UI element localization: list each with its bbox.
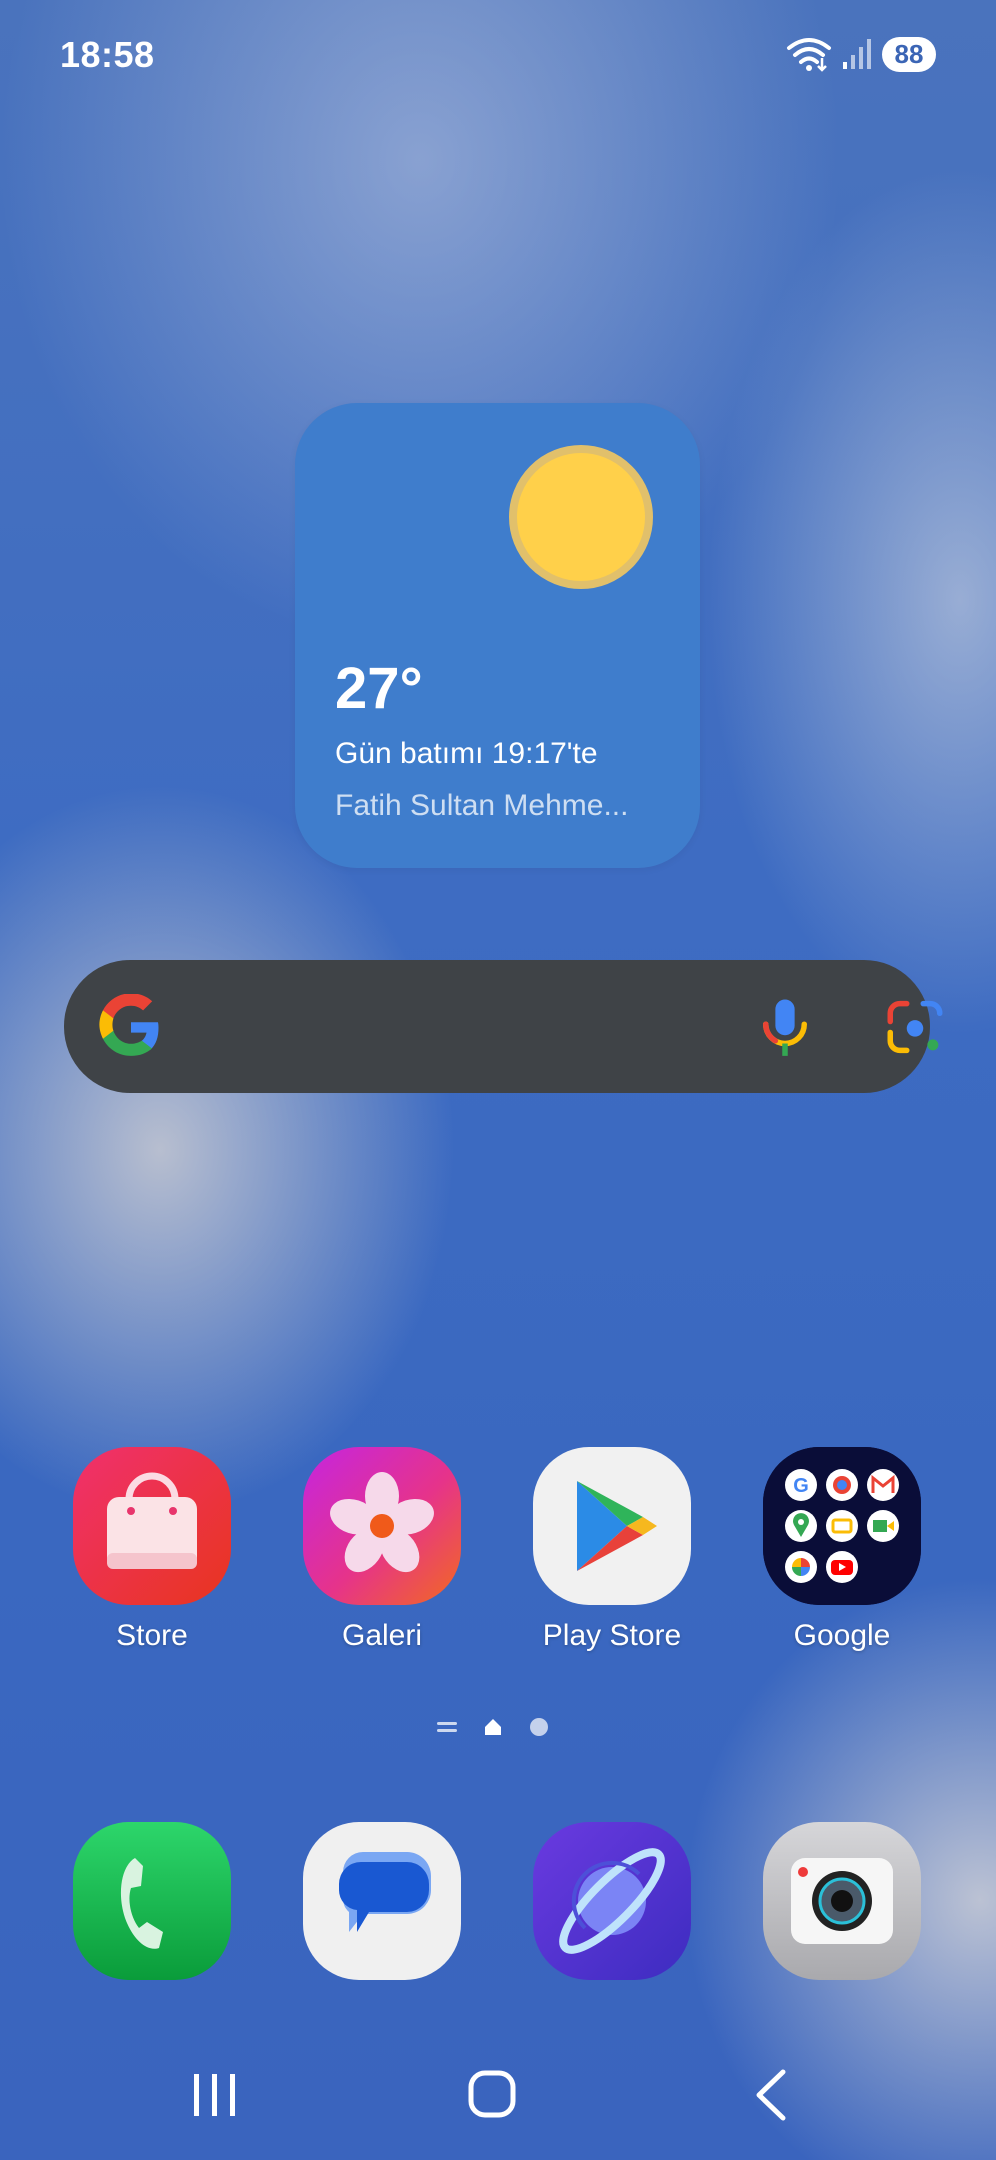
microphone-icon[interactable] (752, 994, 818, 1060)
gallery-flower-icon (303, 1447, 461, 1605)
store-bag-icon (73, 1447, 231, 1605)
internet-browser-icon (533, 1822, 691, 1980)
play-store-icon (533, 1447, 691, 1605)
dock-messages[interactable] (282, 1822, 482, 1980)
dock-phone[interactable] (52, 1822, 252, 1980)
wifi-icon (787, 38, 831, 72)
dock-camera[interactable] (742, 1822, 942, 1980)
battery-icon: 88 (882, 36, 936, 72)
app-google-folder[interactable]: G Google (742, 1447, 942, 1653)
page-dot-icon[interactable] (529, 1717, 549, 1737)
app-galeri[interactable]: Galeri (282, 1447, 482, 1653)
status-icons: 88 (786, 36, 936, 72)
status-time: 18:58 (60, 34, 155, 75)
phone-icon (73, 1822, 231, 1980)
app-label: Store (116, 1619, 188, 1652)
app-label: Play Store (542, 1619, 682, 1652)
dock-internet[interactable] (512, 1822, 712, 1980)
google-search-bar[interactable] (64, 960, 943, 1093)
messages-icon (303, 1822, 461, 1980)
app-label: Google (793, 1619, 891, 1652)
weather-location: Fatih Sultan Mehme... (335, 789, 629, 822)
app-play-store[interactable]: Play Store (512, 1447, 712, 1653)
home-screen: 18:58 88 27° Gün batımı 19:17'te Fatih S… (0, 0, 996, 2160)
google-logo-icon (99, 994, 159, 1056)
google-folder-icon: G (763, 1447, 921, 1605)
weather-sunset: Gün batımı 19:17'te (335, 737, 598, 770)
list-page-indicator-icon[interactable] (437, 1719, 457, 1735)
page-indicator (437, 1717, 549, 1737)
camera-icon (763, 1822, 921, 1980)
signal-icon (843, 39, 871, 69)
home-button[interactable] (453, 2060, 533, 2130)
back-button[interactable] (733, 2060, 813, 2130)
sun-icon (509, 445, 653, 589)
weather-temperature: 27° (335, 656, 423, 721)
home-page-indicator-icon[interactable] (483, 1717, 503, 1737)
google-lens-icon[interactable] (882, 994, 948, 1060)
weather-widget[interactable]: 27° Gün batımı 19:17'te Fatih Sultan Meh… (295, 403, 700, 868)
recents-button[interactable] (174, 2060, 254, 2130)
svg-text:G: G (793, 1475, 809, 1497)
app-store[interactable]: Store (52, 1447, 252, 1653)
app-label: Galeri (341, 1619, 423, 1652)
